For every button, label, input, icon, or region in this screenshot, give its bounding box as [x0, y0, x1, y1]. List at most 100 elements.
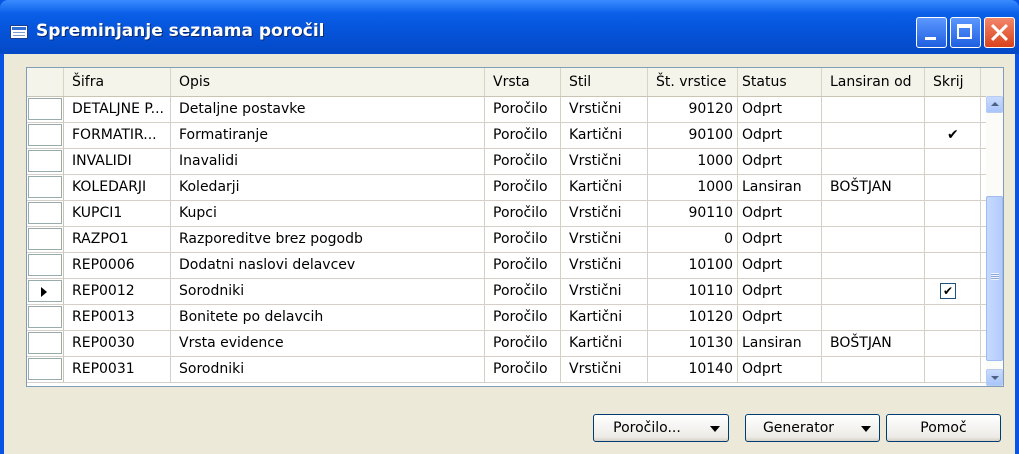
cell-status[interactable]: Odprt	[738, 253, 822, 278]
scroll-down-icon[interactable]	[986, 369, 1003, 386]
table-row[interactable]: REP0012 Sorodniki Poročilo Vrstični 10110 Odp…	[27, 279, 987, 305]
cell-lansiran-od[interactable]	[822, 305, 925, 330]
cell-st-vrstice[interactable]: 10100	[648, 253, 738, 278]
cell-status[interactable]: Odprt	[738, 357, 822, 382]
cell-skrij[interactable]	[925, 175, 981, 200]
cell-skrij[interactable]	[925, 227, 981, 252]
row-selector[interactable]	[27, 123, 64, 148]
cell-st-vrstice[interactable]: 0	[648, 227, 738, 252]
cell-st-vrstice[interactable]: 10130	[648, 331, 738, 356]
cell-opis[interactable]: Dodatni naslovi delavcev	[171, 253, 485, 278]
cell-st-vrstice[interactable]: 10140	[648, 357, 738, 382]
scroll-up-icon[interactable]	[986, 96, 1003, 113]
cell-stil[interactable]: Kartični	[561, 123, 648, 148]
cell-lansiran-od[interactable]	[822, 253, 925, 278]
cell-sifra[interactable]: DETALJNE P...	[64, 97, 171, 122]
cell-status[interactable]: Lansiran	[738, 331, 822, 356]
cell-sifra[interactable]: REP0031	[64, 357, 171, 382]
cell-opis[interactable]: Detaljne postavke	[171, 97, 485, 122]
table-row[interactable]: REP0006 Dodatni naslovi delavcev Poročilo V…	[27, 253, 987, 279]
cell-stil[interactable]: Kartični	[561, 305, 648, 330]
table-row[interactable]: INVALIDI Inavalidi Poročilo Vrstični 1000 Odp…	[27, 149, 987, 175]
cell-st-vrstice[interactable]: 1000	[648, 149, 738, 174]
cell-skrij[interactable]: ✔	[925, 279, 981, 304]
row-selector[interactable]	[27, 227, 64, 252]
table-row[interactable]: KUPCI1 Kupci Poročilo Vrstični 90110 Odprt	[27, 201, 987, 227]
table-row[interactable]: REP0013 Bonitete po delavcih Poročilo Karti…	[27, 305, 987, 331]
cell-skrij[interactable]	[925, 357, 981, 382]
table-row[interactable]: FORMATIR... Formatiranje Poročilo Kartični 9…	[27, 123, 987, 149]
cell-stil[interactable]: Vrstični	[561, 149, 648, 174]
cell-sifra[interactable]: REP0006	[64, 253, 171, 278]
skrij-checkbox[interactable]: ✔	[940, 283, 956, 299]
cell-st-vrstice[interactable]: 10120	[648, 305, 738, 330]
cell-opis[interactable]: Inavalidi	[171, 149, 485, 174]
cell-opis[interactable]: Sorodniki	[171, 279, 485, 304]
cell-st-vrstice[interactable]: 90120	[648, 97, 738, 122]
cell-sifra[interactable]: KOLEDARJI	[64, 175, 171, 200]
cell-vrsta[interactable]: Poročilo	[485, 201, 561, 226]
cell-vrsta[interactable]: Poročilo	[485, 305, 561, 330]
cell-lansiran-od[interactable]	[822, 227, 925, 252]
cell-lansiran-od[interactable]: BOŠTJAN	[822, 175, 925, 200]
cell-vrsta[interactable]: Poročilo	[485, 253, 561, 278]
cell-stil[interactable]: Vrstični	[561, 253, 648, 278]
cell-stil[interactable]: Vrstični	[561, 357, 648, 382]
cell-opis[interactable]: Kupci	[171, 201, 485, 226]
generator-menu-button[interactable]: Generator	[745, 414, 880, 442]
cell-opis[interactable]: Sorodniki	[171, 357, 485, 382]
cell-status[interactable]: Odprt	[738, 305, 822, 330]
cell-vrsta[interactable]: Poročilo	[485, 123, 561, 148]
row-selector[interactable]	[27, 331, 64, 356]
table-row[interactable]: KOLEDARJI Koledarji Poročilo Kartični 1000 La…	[27, 175, 987, 201]
cell-lansiran-od[interactable]	[822, 123, 925, 148]
cell-status[interactable]: Odprt	[738, 97, 822, 122]
table-row[interactable]: RAZPO1 Razporeditve brez pogodb Poročilo Vr…	[27, 227, 987, 253]
row-selector[interactable]	[27, 201, 64, 226]
cell-opis[interactable]: Razporeditve brez pogodb	[171, 227, 485, 252]
cell-stil[interactable]: Vrstični	[561, 279, 648, 304]
cell-stil[interactable]: Vrstični	[561, 201, 648, 226]
cell-skrij[interactable]: ✔	[925, 123, 981, 148]
header-lansiran-od[interactable]: Lansiran od	[822, 68, 925, 96]
cell-vrsta[interactable]: Poročilo	[485, 279, 561, 304]
porocilo-menu-button[interactable]: Poročilo...	[593, 414, 729, 442]
cell-vrsta[interactable]: Poročilo	[485, 331, 561, 356]
cell-skrij[interactable]	[925, 97, 981, 122]
cell-sifra[interactable]: REP0013	[64, 305, 171, 330]
cell-st-vrstice[interactable]: 1000	[648, 175, 738, 200]
minimize-button[interactable]	[916, 17, 947, 48]
cell-skrij[interactable]	[925, 331, 981, 356]
header-status[interactable]: Status	[738, 68, 822, 96]
cell-st-vrstice[interactable]: 10110	[648, 279, 738, 304]
cell-lansiran-od[interactable]	[822, 357, 925, 382]
row-selector[interactable]	[27, 149, 64, 174]
title-bar[interactable]: Spreminjanje seznama poročil	[0, 0, 1019, 54]
header-vrsta[interactable]: Vrsta	[485, 68, 561, 96]
cell-status[interactable]: Odprt	[738, 227, 822, 252]
cell-opis[interactable]: Vrsta evidence	[171, 331, 485, 356]
row-selector[interactable]	[27, 97, 64, 122]
cell-vrsta[interactable]: Poročilo	[485, 97, 561, 122]
cell-sifra[interactable]: REP0030	[64, 331, 171, 356]
cell-status[interactable]: Odprt	[738, 201, 822, 226]
table-row[interactable]: REP0031 Sorodniki Poročilo Vrstični 10140 Odp…	[27, 357, 987, 383]
cell-sifra[interactable]: FORMATIR...	[64, 123, 171, 148]
table-row[interactable]: REP0030 Vrsta evidence Poročilo Kartični 101…	[27, 331, 987, 357]
cell-status[interactable]: Lansiran	[738, 175, 822, 200]
cell-skrij[interactable]	[925, 149, 981, 174]
maximize-button[interactable]	[950, 17, 981, 48]
row-selector[interactable]	[27, 175, 64, 200]
cell-vrsta[interactable]: Poročilo	[485, 149, 561, 174]
cell-stil[interactable]: Vrstični	[561, 97, 648, 122]
cell-lansiran-od[interactable]	[822, 149, 925, 174]
header-stil[interactable]: Stil	[561, 68, 648, 96]
header-st-vrstice[interactable]: Št. vrstice	[648, 68, 738, 96]
cell-st-vrstice[interactable]: 90110	[648, 201, 738, 226]
cell-sifra[interactable]: RAZPO1	[64, 227, 171, 252]
cell-sifra[interactable]: KUPCI1	[64, 201, 171, 226]
cell-opis[interactable]: Bonitete po delavcih	[171, 305, 485, 330]
table-row[interactable]: DETALJNE P... Detaljne postavke Poročilo Vr…	[27, 97, 987, 123]
cell-skrij[interactable]	[925, 201, 981, 226]
cell-status[interactable]: Odprt	[738, 149, 822, 174]
